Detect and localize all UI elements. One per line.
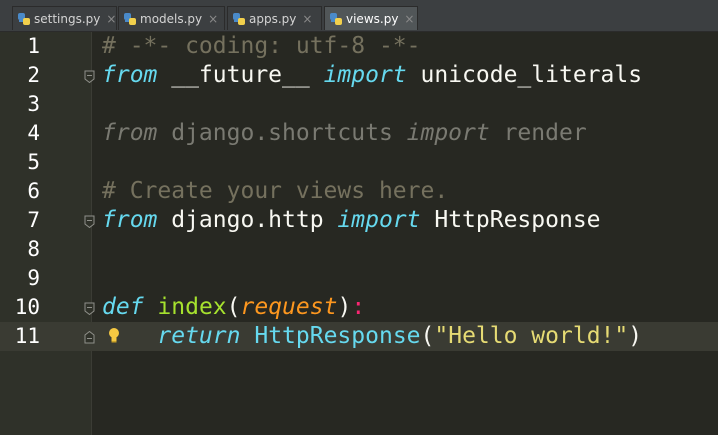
line-number: 4: [27, 121, 40, 145]
code-token: from: [102, 207, 158, 233]
code-text: from django.http import HttpResponse: [102, 206, 601, 235]
line-number: 5: [27, 150, 40, 174]
tab-settings-py[interactable]: settings.py ×: [12, 6, 117, 30]
tab-apps-py[interactable]: apps.py ×: [227, 6, 322, 30]
code-token: (: [420, 323, 435, 349]
tab-label: models.py: [140, 11, 203, 26]
close-icon[interactable]: ×: [404, 12, 414, 26]
line-number: 1: [27, 34, 40, 58]
code-line[interactable]: 1 # -*- coding: utf-8 -*-: [0, 32, 718, 61]
code-text: def index(request):: [102, 293, 365, 322]
python-file-icon: [17, 12, 31, 26]
tab-views-py[interactable]: views.py ×: [324, 6, 418, 30]
line-number: 6: [27, 179, 40, 203]
code-token: :: [351, 294, 366, 320]
line-number: 11: [14, 324, 40, 348]
fold-marker-icon[interactable]: [84, 68, 95, 84]
code-line[interactable]: 3: [0, 90, 718, 119]
tab-label: views.py: [346, 11, 399, 26]
code-token: def: [102, 294, 144, 320]
tab-models-py[interactable]: models.py ×: [118, 6, 225, 30]
fold-marker-icon[interactable]: [84, 213, 95, 229]
code-token: import: [406, 120, 490, 146]
code-line[interactable]: 9: [0, 264, 718, 293]
code-line[interactable]: 2 from __future__ import unicode_literals: [0, 61, 718, 90]
close-icon[interactable]: ×: [106, 12, 116, 26]
code-editor[interactable]: 1 # -*- coding: utf-8 -*- 2 from __future__…: [0, 32, 718, 435]
code-token: unicode_literals: [406, 62, 643, 88]
python-file-icon: [329, 12, 343, 26]
code-token: import: [337, 207, 421, 233]
code-token: # -*- coding: utf-8 -*-: [102, 33, 421, 59]
code-line[interactable]: 11 return HttpResponse("Hello world!"): [0, 322, 718, 351]
code-text: from django.shortcuts import render: [102, 119, 587, 148]
code-token: "Hello world!": [434, 323, 629, 349]
code-token: from: [102, 120, 158, 146]
tab-label: apps.py: [249, 11, 297, 26]
code-line[interactable]: 4 from django.shortcuts import render: [0, 119, 718, 148]
code-token: ): [337, 294, 352, 320]
code-line[interactable]: 10 def index(request):: [0, 293, 718, 322]
fold-marker-icon[interactable]: [84, 329, 95, 344]
line-number: 10: [14, 295, 40, 319]
line-number: 3: [27, 92, 40, 116]
code-token: django.shortcuts: [157, 120, 407, 146]
code-token: HttpResponse: [420, 207, 601, 233]
code-token: request: [240, 294, 338, 320]
code-text: return HttpResponse("Hello world!"): [102, 322, 642, 351]
close-icon[interactable]: ×: [208, 12, 218, 26]
code-token: # Create your views here.: [102, 178, 449, 204]
code-text: from __future__ import unicode_literals: [102, 61, 642, 90]
code-line[interactable]: 8: [0, 235, 718, 264]
code-token: render: [489, 120, 587, 146]
code-line[interactable]: 6 # Create your views here.: [0, 177, 718, 206]
code-token: from: [102, 62, 158, 88]
line-number: 7: [27, 208, 40, 232]
code-token: HttpResponse: [254, 323, 421, 349]
code-token: return: [157, 323, 241, 349]
python-file-icon: [123, 12, 137, 26]
code-token: __future__: [157, 62, 324, 88]
code-token: index: [157, 294, 227, 320]
fold-marker-icon[interactable]: [84, 300, 95, 316]
line-number: 9: [27, 266, 40, 290]
python-file-icon: [232, 12, 246, 26]
code-line[interactable]: 7 from django.http import HttpResponse: [0, 206, 718, 235]
line-number: 2: [27, 63, 40, 87]
code-token: ): [628, 323, 643, 349]
code-text: # Create your views here.: [102, 177, 448, 206]
code-line[interactable]: 5: [0, 148, 718, 177]
code-text: # -*- coding: utf-8 -*-: [102, 32, 421, 61]
code-token: django.http: [157, 207, 338, 233]
code-token: import: [323, 62, 407, 88]
editor-tab-bar: settings.py × models.py × apps.py × view…: [0, 0, 718, 32]
line-number: 8: [27, 237, 40, 261]
close-icon[interactable]: ×: [302, 12, 312, 26]
tab-label: settings.py: [34, 11, 101, 26]
code-token: (: [226, 294, 241, 320]
